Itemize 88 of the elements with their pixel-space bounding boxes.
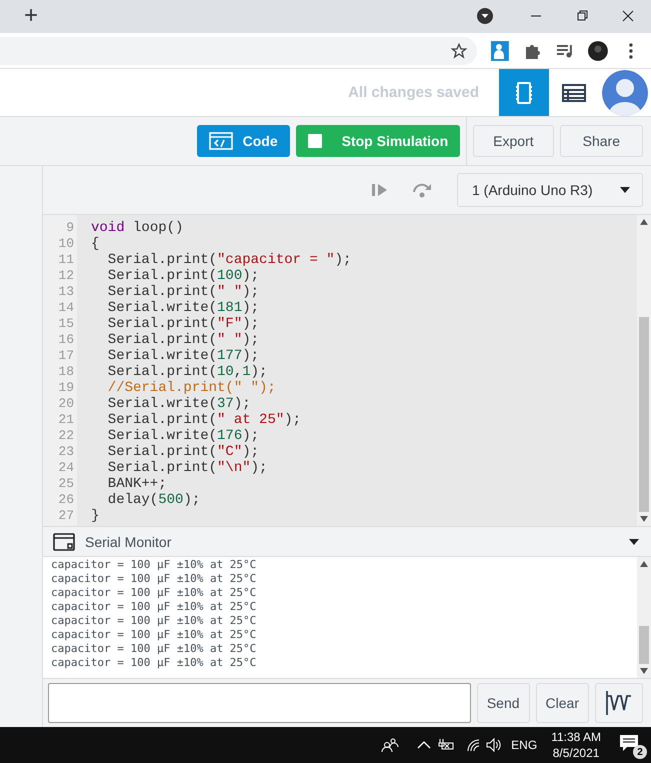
line-number: 15 bbox=[57, 316, 75, 332]
line-number: 19 bbox=[57, 380, 75, 396]
code-line: Serial.write(177); bbox=[106, 348, 260, 364]
scroll-up-icon[interactable] bbox=[640, 561, 648, 568]
caret-icon bbox=[620, 187, 630, 194]
scroll-down-icon[interactable] bbox=[640, 516, 648, 522]
people-icon[interactable] bbox=[381, 737, 400, 754]
code-line: { bbox=[91, 236, 100, 252]
serial-output-line: capacitor = 100 µF ±10% at 25°C bbox=[51, 628, 258, 642]
serial-output-line: capacitor = 100 µF ±10% at 25°C bbox=[51, 572, 258, 586]
star-icon[interactable] bbox=[450, 42, 467, 59]
notification-count: 2 bbox=[633, 745, 647, 760]
plotter-button[interactable] bbox=[595, 683, 643, 724]
step-icon[interactable] bbox=[371, 183, 389, 198]
code-line: //Serial.print(" "); bbox=[106, 380, 277, 396]
code-line: Serial.write(37); bbox=[106, 396, 252, 412]
line-number: 18 bbox=[57, 364, 75, 380]
code-line: Serial.print("\n"); bbox=[106, 460, 268, 476]
circuit-view-tab[interactable] bbox=[499, 69, 549, 116]
line-number: 26 bbox=[57, 492, 75, 508]
chip-icon bbox=[515, 82, 533, 104]
line-number: 11 bbox=[57, 252, 75, 268]
board-select[interactable]: 1 (Arduino Uno R3) bbox=[457, 173, 643, 208]
code-line: Serial.print("capacitor = "); bbox=[106, 252, 352, 268]
line-number: 12 bbox=[57, 268, 75, 284]
speaker-icon[interactable] bbox=[485, 737, 504, 754]
code-line: Serial.print(100); bbox=[106, 268, 260, 284]
code-line: Serial.print(" at 25"); bbox=[106, 412, 302, 428]
code-line: } bbox=[91, 508, 100, 524]
clear-button[interactable]: Clear bbox=[536, 683, 589, 724]
clock-date[interactable]: 8/5/2021 bbox=[552, 745, 600, 762]
line-number: 10 bbox=[57, 236, 75, 252]
code-line: BANK++; bbox=[106, 476, 168, 492]
line-number: 25 bbox=[57, 476, 75, 492]
save-status: All changes saved bbox=[348, 84, 479, 102]
line-number: 21 bbox=[57, 412, 75, 428]
new-tab-button[interactable]: + bbox=[24, 4, 38, 28]
caret-icon[interactable] bbox=[629, 538, 639, 545]
code-line: delay(500); bbox=[106, 492, 202, 508]
line-number: 27 bbox=[57, 508, 75, 524]
line-number: 23 bbox=[57, 444, 75, 460]
scrollbar-thumb[interactable] bbox=[639, 317, 649, 512]
serial-output-line: capacitor = 100 µF ±10% at 25°C bbox=[51, 614, 258, 628]
serial-output-line: capacitor = 100 µF ±10% at 25°C bbox=[51, 586, 258, 600]
code-line: Serial.print("F"); bbox=[106, 316, 260, 332]
step-over-icon[interactable] bbox=[411, 182, 433, 198]
line-number: 17 bbox=[57, 348, 75, 364]
clock-time[interactable]: 11:38 AM bbox=[551, 729, 601, 746]
code-line: Serial.print(10,1); bbox=[106, 364, 268, 380]
waveform-icon bbox=[605, 690, 633, 716]
send-button[interactable]: Send bbox=[476, 683, 530, 724]
serial-input-field[interactable] bbox=[48, 683, 471, 724]
serial-output-line: capacitor = 100 µF ±10% at 25°C bbox=[51, 558, 258, 572]
notification-icon[interactable] bbox=[619, 734, 639, 752]
scrollbar[interactable] bbox=[637, 557, 651, 678]
scroll-down-icon[interactable] bbox=[640, 668, 648, 674]
code-line: void loop() bbox=[91, 220, 184, 236]
code-button[interactable]: Code bbox=[196, 125, 290, 158]
monitor-window-icon bbox=[53, 532, 75, 551]
line-number: 16 bbox=[57, 332, 75, 348]
serial-monitor-title: Serial Monitor bbox=[85, 534, 172, 550]
code-line: Serial.write(176); bbox=[106, 428, 260, 444]
code-line: Serial.print(" "); bbox=[106, 332, 260, 348]
scrollbar[interactable] bbox=[637, 215, 651, 526]
line-number: 13 bbox=[57, 284, 75, 300]
line-number: 20 bbox=[57, 396, 75, 412]
dropdown-icon[interactable] bbox=[477, 8, 493, 24]
export-button[interactable]: Export bbox=[473, 125, 554, 158]
serial-output-line: capacitor = 100 µF ±10% at 25°C bbox=[51, 656, 258, 670]
share-button[interactable]: Share bbox=[560, 125, 643, 158]
stop-icon bbox=[308, 134, 322, 148]
profile-avatar-icon[interactable] bbox=[588, 40, 608, 61]
line-number: 24 bbox=[57, 460, 75, 476]
scroll-up-icon[interactable] bbox=[640, 219, 648, 226]
code-line: Serial.print("C"); bbox=[106, 444, 260, 460]
code-line: Serial.print(" "); bbox=[106, 284, 260, 300]
code-icon bbox=[208, 132, 233, 150]
line-number: 14 bbox=[57, 300, 75, 316]
person-icon[interactable] bbox=[490, 40, 510, 61]
table-icon bbox=[562, 84, 586, 102]
serial-output-line: capacitor = 100 µF ±10% at 25°C bbox=[51, 642, 258, 656]
line-number: 9 bbox=[65, 220, 75, 236]
language-indicator[interactable]: ENG bbox=[511, 738, 538, 752]
user-avatar[interactable] bbox=[602, 70, 648, 116]
scrollbar-thumb[interactable] bbox=[639, 626, 649, 664]
serial-output-line: capacitor = 100 µF ±10% at 25°C bbox=[51, 600, 258, 614]
line-number: 22 bbox=[57, 428, 75, 444]
code-line: Serial.write(181); bbox=[106, 300, 260, 316]
